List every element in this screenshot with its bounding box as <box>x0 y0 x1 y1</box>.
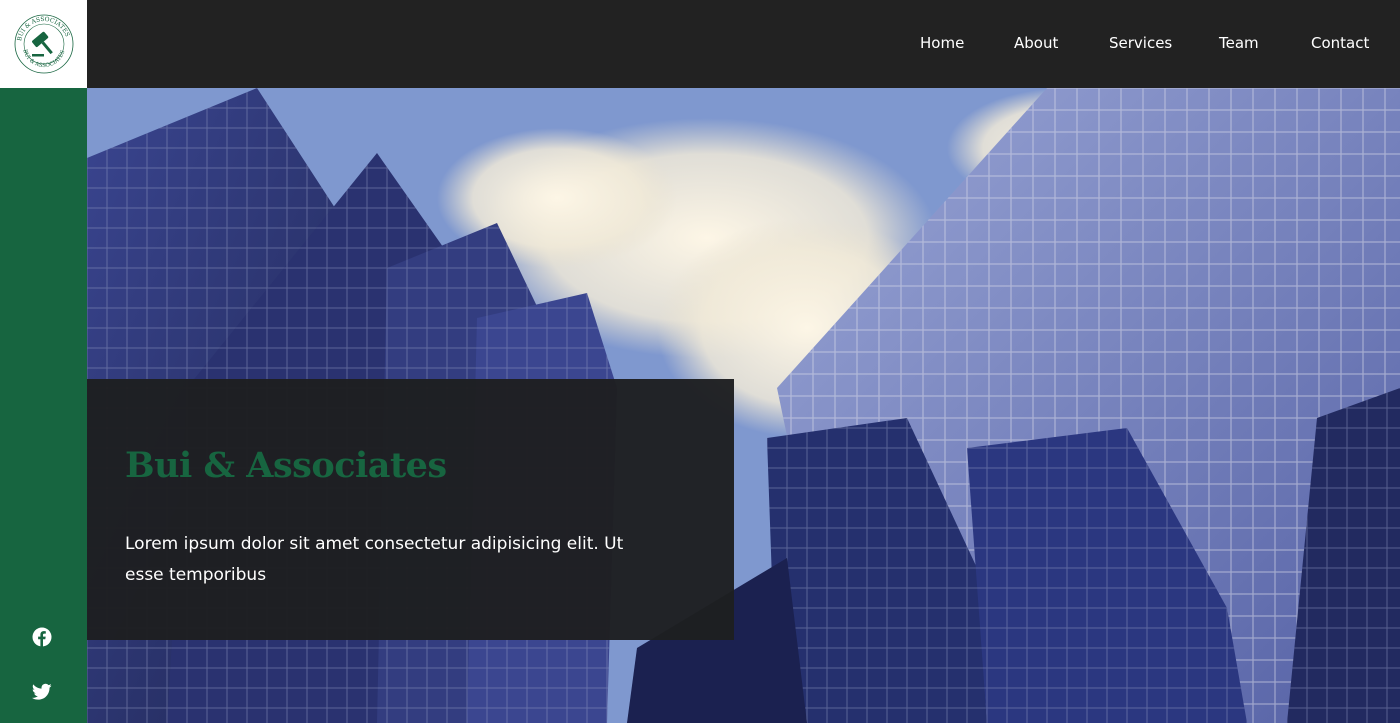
nav-team[interactable]: Team <box>1219 34 1259 52</box>
hero-title: Bui & Associates <box>125 445 447 486</box>
hero-card: Bui & Associates Lorem ipsum dolor sit a… <box>87 379 734 640</box>
facebook-icon[interactable] <box>31 626 53 648</box>
hero-text: Lorem ipsum dolor sit amet consectetur a… <box>125 534 624 585</box>
twitter-icon[interactable] <box>31 681 53 703</box>
nav-contact[interactable]: Contact <box>1311 34 1369 52</box>
gavel-seal-icon: BUI & ASSOCIATES BUI & ASSOCIATES <box>14 14 73 74</box>
sidebar <box>0 88 87 723</box>
svg-text:BUI & ASSOCIATES: BUI & ASSOCIATES <box>21 49 66 69</box>
main-nav: Home About Services Team Contact <box>87 0 1400 88</box>
nav-home[interactable]: Home <box>920 34 964 52</box>
header: Home About Services Team Contact <box>87 0 1400 88</box>
nav-about[interactable]: About <box>1014 34 1058 52</box>
logo[interactable]: BUI & ASSOCIATES BUI & ASSOCIATES <box>0 0 87 88</box>
nav-services[interactable]: Services <box>1109 34 1172 52</box>
